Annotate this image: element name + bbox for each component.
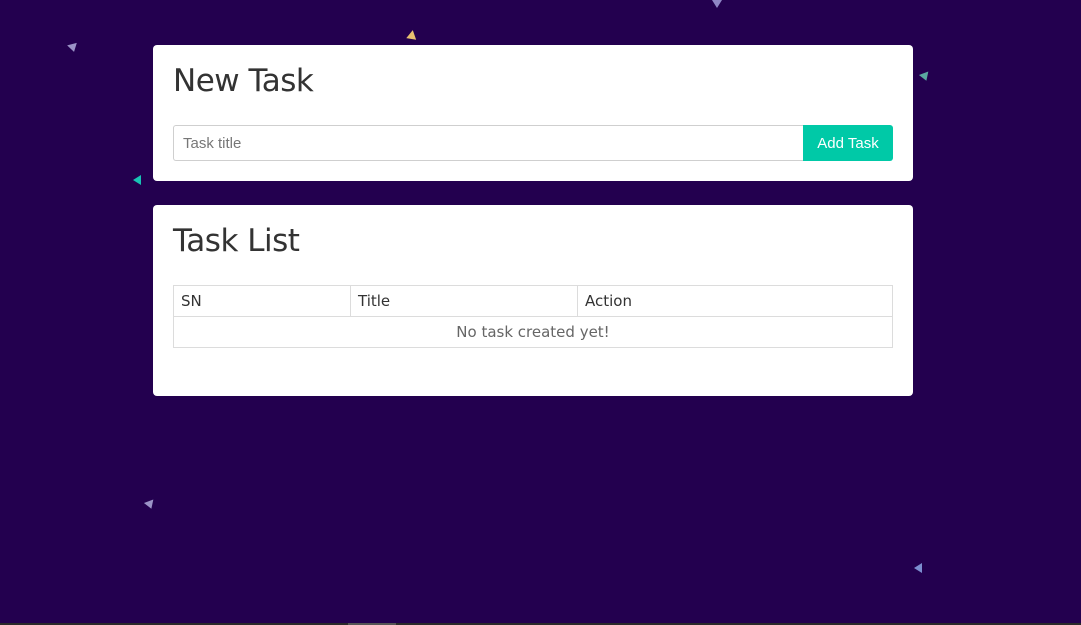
decorative-triangle [406, 29, 418, 40]
table-row: No task created yet! [173, 316, 893, 348]
task-table: SN Title Action No task created yet! [173, 285, 893, 348]
new-task-title: New Task [173, 63, 314, 99]
task-list-card: Task List SN Title Action No task create… [153, 205, 913, 396]
column-header-title: Title [350, 285, 578, 317]
task-title-input[interactable] [173, 125, 803, 161]
column-header-action: Action [577, 285, 893, 317]
task-list-title: Task List [173, 223, 300, 259]
new-task-form: Add Task [173, 125, 893, 161]
decorative-triangle [143, 499, 157, 511]
add-task-button[interactable]: Add Task [803, 125, 893, 161]
decorative-triangle [67, 42, 79, 54]
decorative-triangle [914, 563, 922, 573]
new-task-card: New Task Add Task [153, 45, 913, 181]
column-header-sn: SN [173, 285, 351, 317]
decorative-triangle [918, 71, 932, 83]
table-header-row: SN Title Action [173, 285, 893, 317]
empty-state-message: No task created yet! [173, 316, 893, 348]
decorative-triangle [133, 175, 141, 185]
decorative-triangle [712, 0, 722, 8]
